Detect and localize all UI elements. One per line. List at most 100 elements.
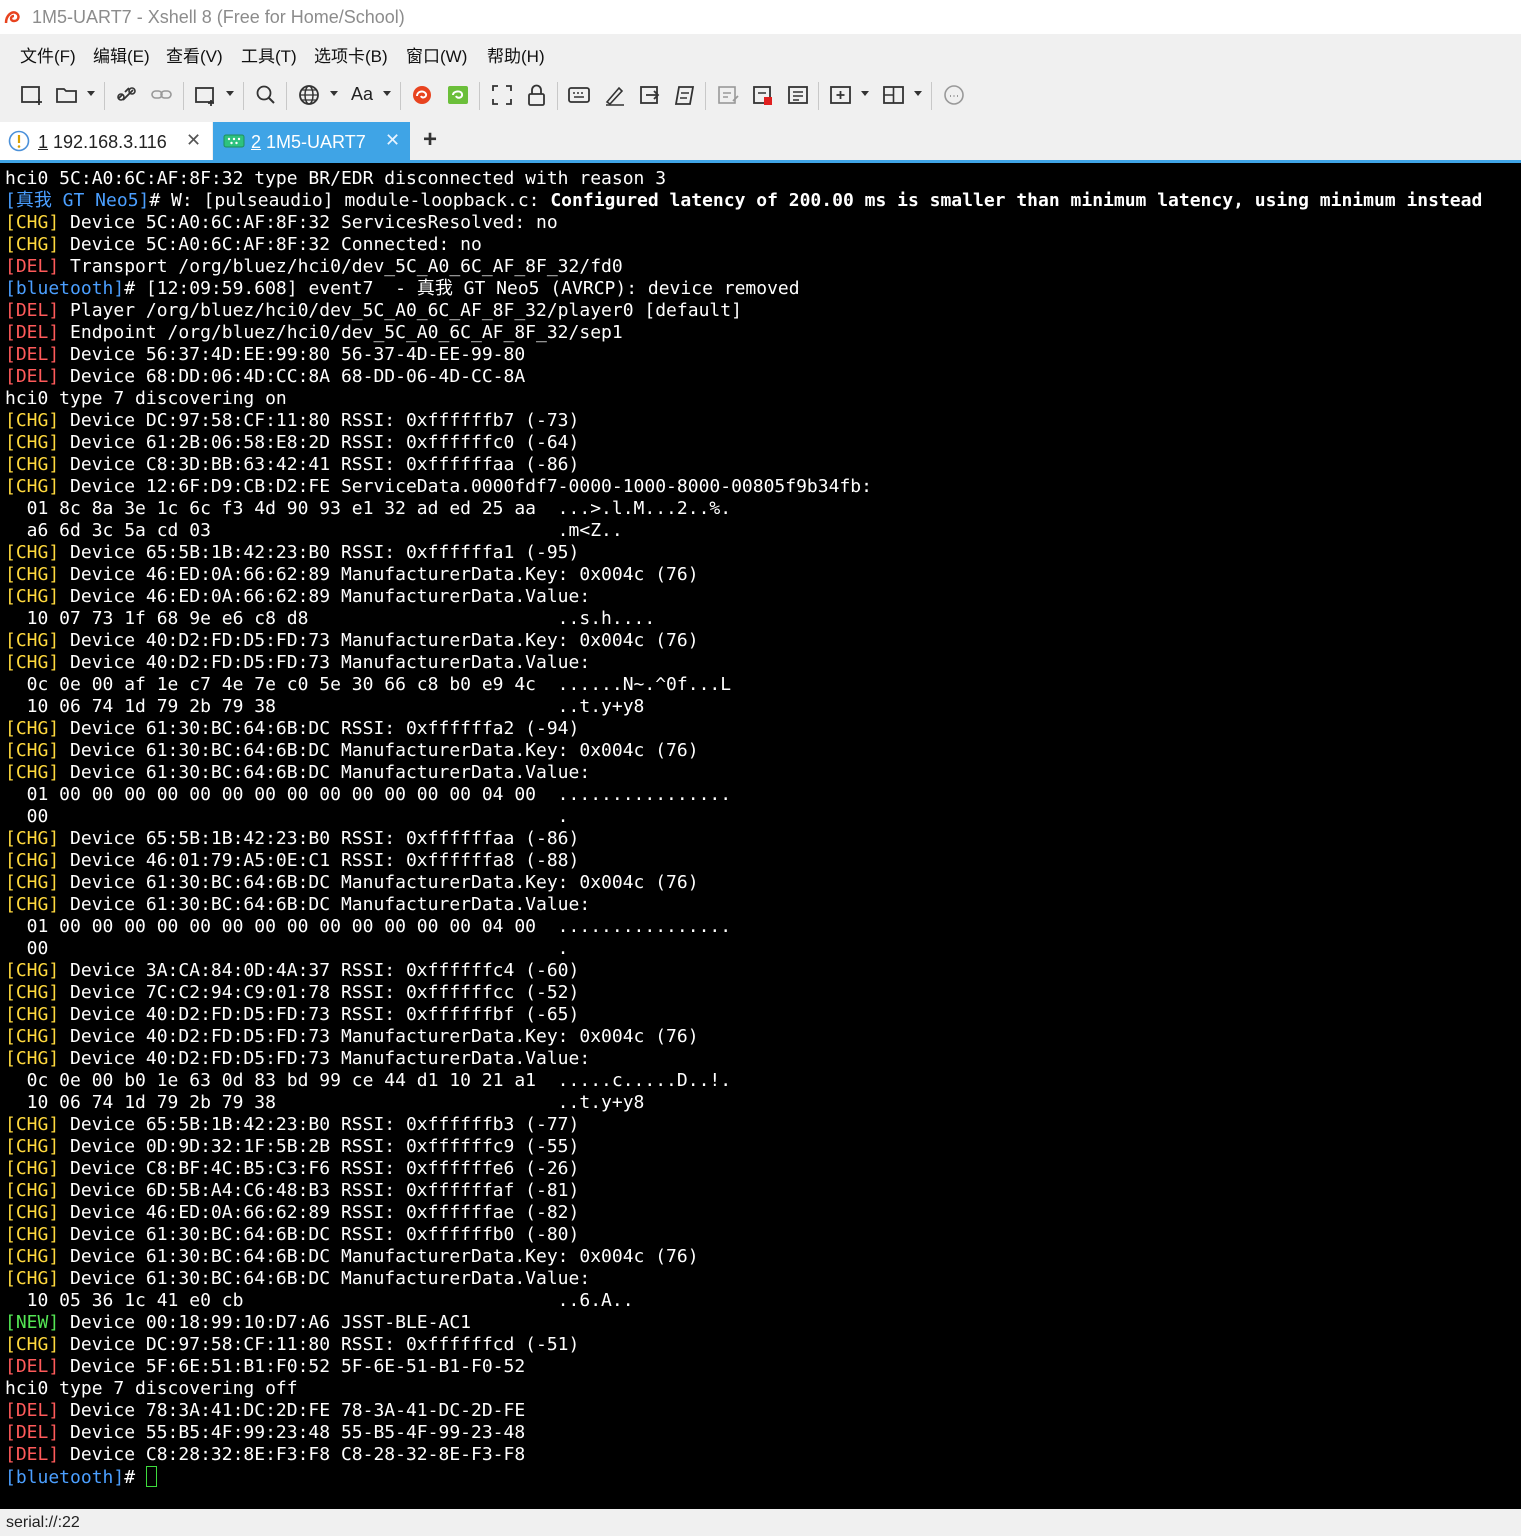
terminal-line: [CHG] Device 5C:A0:6C:AF:8F:32 Connected… — [5, 234, 1482, 256]
terminal-line: [CHG] Device 61:30:BC:64:6B:DC Manufactu… — [5, 1268, 1482, 1290]
tab-session-2[interactable]: 2 1M5-UART7 ✕ — [213, 122, 410, 160]
line-tag: [bluetooth] — [5, 1467, 125, 1488]
line-text: Device 00:18:99:10:D7:A6 JSST-BLE-AC1 — [59, 1312, 471, 1333]
menu-help[interactable]: 帮助(H) — [487, 42, 545, 67]
search-icon[interactable] — [254, 82, 278, 108]
open-folder-icon[interactable] — [55, 82, 79, 108]
line-text: Device 61:30:BC:64:6B:DC RSSI: 0xffffffb… — [59, 1224, 580, 1245]
chevron-down-icon[interactable] — [87, 91, 95, 96]
layout-icon[interactable] — [882, 82, 906, 108]
menu-edit[interactable]: 编辑(E) — [93, 42, 150, 67]
terminal[interactable]: hci0 5C:A0:6C:AF:8F:32 type BR/EDR disco… — [0, 163, 1521, 1509]
line-tag: [CHG] — [5, 1136, 60, 1157]
chevron-down-icon[interactable] — [330, 91, 338, 96]
line-text: a6 6d 3c 5a cd 03 .m<Z.. — [5, 520, 623, 541]
toolbar: Aa — [0, 70, 1521, 120]
terminal-line: 00 . — [5, 938, 1482, 960]
add-tab-icon[interactable] — [829, 82, 853, 108]
line-tag: [CHG] — [5, 652, 60, 673]
chevron-down-icon[interactable] — [226, 91, 234, 96]
line-text: Device 56:37:4D:EE:99:80 56-37-4D-EE-99-… — [59, 344, 526, 365]
line-text: Device DC:97:58:CF:11:80 RSSI: 0xffffffc… — [59, 1334, 580, 1355]
new-window-icon[interactable] — [194, 82, 218, 108]
menu-file[interactable]: 文件(F) — [20, 42, 76, 67]
chat-icon[interactable] — [942, 82, 966, 108]
lock-icon[interactable] — [525, 82, 549, 108]
toolbar-divider — [705, 82, 706, 110]
line-text: Device C8:28:32:8E:F3:F8 C8-28-32-8E-F3-… — [59, 1444, 526, 1465]
script-icon[interactable] — [673, 82, 697, 108]
transfer-icon[interactable] — [638, 82, 662, 108]
disconnect-icon[interactable] — [115, 82, 139, 108]
font-button[interactable]: Aa — [351, 84, 373, 105]
xftp-icon[interactable] — [446, 82, 470, 108]
terminal-line: [CHG] Device C8:BF:4C:B5:C3:F6 RSSI: 0xf… — [5, 1158, 1482, 1180]
terminal-line: [DEL] Player /org/bluez/hci0/dev_5C_A0_6… — [5, 300, 1482, 322]
toolbar-divider — [557, 82, 558, 110]
terminal-line: 10 07 73 1f 68 9e e6 c8 d8 ..s.h.... — [5, 608, 1482, 630]
line-text: Device 78:3A:41:DC:2D:FE 78-3A-41-DC-2D-… — [59, 1400, 526, 1421]
chevron-down-icon[interactable] — [383, 91, 391, 96]
terminal-line: 0c 0e 00 af 1e c7 4e 7e c0 5e 30 66 c8 b… — [5, 674, 1482, 696]
line-tag: [DEL] — [5, 1444, 60, 1465]
pen-icon[interactable] — [603, 82, 627, 108]
terminal-line: [CHG] Device 61:30:BC:64:6B:DC Manufactu… — [5, 872, 1482, 894]
terminal-line: [CHG] Device DC:97:58:CF:11:80 RSSI: 0xf… — [5, 1334, 1482, 1356]
terminal-line: [CHG] Device 0D:9D:32:1F:5B:2B RSSI: 0xf… — [5, 1136, 1482, 1158]
record-icon[interactable] — [751, 82, 775, 108]
line-text: 10 06 74 1d 79 2b 79 38 ..t.y+y8 — [5, 696, 645, 717]
line-text: Device 0D:9D:32:1F:5B:2B RSSI: 0xffffffc… — [59, 1136, 580, 1157]
menu-tools[interactable]: 工具(T) — [241, 42, 297, 67]
line-tag: [bluetooth] — [5, 278, 125, 299]
warning-circle-icon — [8, 130, 30, 152]
menu-bar: 文件(F) 编辑(E) 查看(V) 工具(T) 选项卡(B) 窗口(W) 帮助(… — [0, 34, 1521, 70]
xshell-icon[interactable] — [410, 82, 434, 108]
line-tag: [CHG] — [5, 454, 60, 475]
line-tag: [CHG] — [5, 410, 60, 431]
terminal-line: [DEL] Device 5F:6E:51:B1:F0:52 5F-6E-51-… — [5, 1356, 1482, 1378]
line-text: Device 46:01:79:A5:0E:C1 RSSI: 0xffffffa… — [59, 850, 580, 871]
line-tag: [CHG] — [5, 894, 60, 915]
line-tag: [CHG] — [5, 564, 60, 585]
connection-status: serial://:22 — [6, 1514, 80, 1531]
new-tab-button[interactable]: + — [423, 126, 437, 154]
terminal-line: [真我 GT Neo5]# W: [pulseaudio] module-loo… — [5, 190, 1482, 212]
menu-tab[interactable]: 选项卡(B) — [314, 42, 388, 67]
line-text: Device 61:2B:06:58:E8:2D RSSI: 0xffffffc… — [59, 432, 580, 453]
link-icon[interactable] — [150, 82, 174, 108]
chevron-down-icon[interactable] — [914, 91, 922, 96]
log-icon[interactable] — [786, 82, 810, 108]
fullscreen-icon[interactable] — [490, 82, 514, 108]
line-text: Device 5F:6E:51:B1:F0:52 5F-6E-51-B1-F0-… — [59, 1356, 526, 1377]
line-tag: [CHG] — [5, 432, 60, 453]
close-icon[interactable]: ✕ — [385, 130, 400, 151]
keyboard-icon[interactable] — [567, 82, 591, 108]
new-session-icon[interactable] — [20, 82, 44, 108]
line-text: 0c 0e 00 b0 1e 63 0d 83 bd 99 ce 44 d1 1… — [5, 1070, 732, 1091]
line-text: Device 65:5B:1B:42:23:B0 RSSI: 0xffffffb… — [59, 1114, 580, 1135]
line-tag: [CHG] — [5, 212, 60, 233]
xshell-snail-icon — [4, 11, 20, 24]
toolbar-divider — [818, 82, 819, 110]
line-tag: [DEL] — [5, 1400, 60, 1421]
line-text: Device 3A:CA:84:0D:4A:37 RSSI: 0xffffffc… — [59, 960, 580, 981]
terminal-line: [CHG] Device 3A:CA:84:0D:4A:37 RSSI: 0xf… — [5, 960, 1482, 982]
line-tag: [CHG] — [5, 828, 60, 849]
terminal-line: 01 8c 8a 3e 1c 6c f3 4d 90 93 e1 32 ad e… — [5, 498, 1482, 520]
compose-icon[interactable] — [716, 82, 740, 108]
close-icon[interactable]: ✕ — [186, 130, 201, 151]
terminal-line: [CHG] Device 40:D2:FD:D5:FD:73 Manufactu… — [5, 1048, 1482, 1070]
toolbar-divider — [400, 82, 401, 110]
globe-icon[interactable] — [297, 82, 321, 108]
tab-bar: 1 192.168.3.116 ✕ 2 1M5-UART7 ✕ — [0, 120, 1521, 160]
tab-session-1[interactable]: 1 192.168.3.116 ✕ — [0, 122, 212, 160]
line-text: Device 68:DD:06:4D:CC:8A 68-DD-06-4D-CC-… — [59, 366, 526, 387]
line-text: 10 06 74 1d 79 2b 79 38 ..t.y+y8 — [5, 1092, 645, 1113]
line-text: Player /org/bluez/hci0/dev_5C_A0_6C_AF_8… — [59, 300, 742, 321]
terminal-line: [CHG] Device 61:30:BC:64:6B:DC RSSI: 0xf… — [5, 1224, 1482, 1246]
menu-view[interactable]: 查看(V) — [166, 42, 223, 67]
chevron-down-icon[interactable] — [861, 91, 869, 96]
toolbar-divider — [183, 82, 184, 110]
menu-window[interactable]: 窗口(W) — [406, 42, 467, 67]
line-tag: [CHG] — [5, 234, 60, 255]
